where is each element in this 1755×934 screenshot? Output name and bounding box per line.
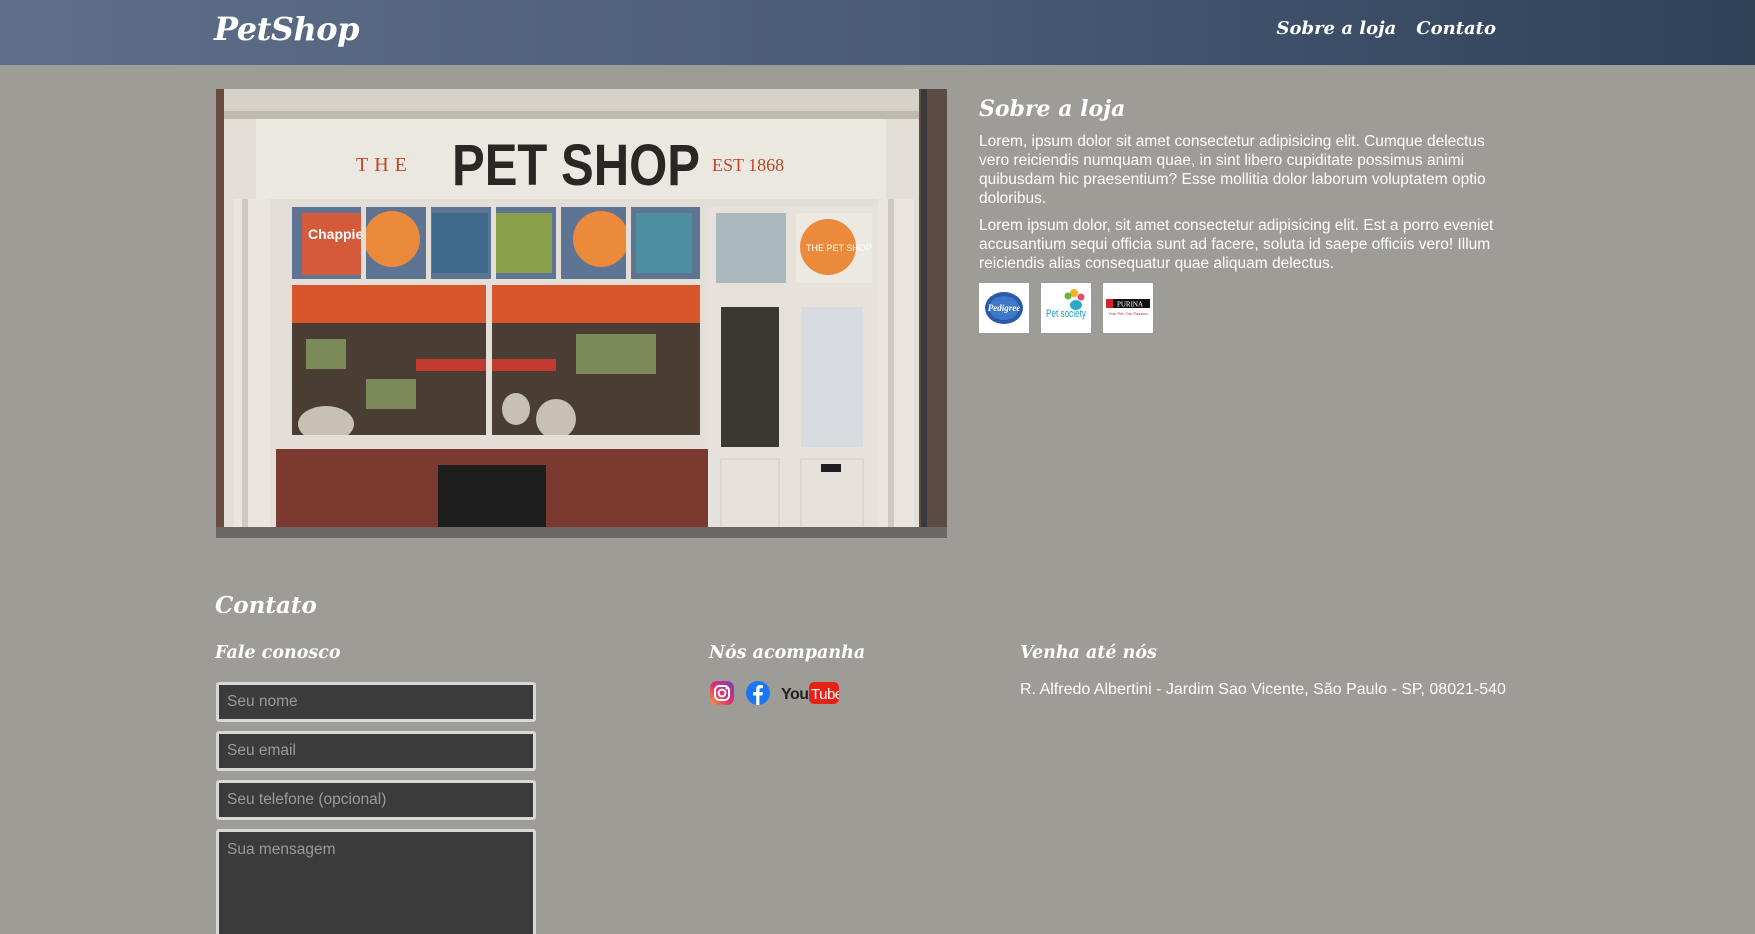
purina-logo: PURINA Your Pet, Our Passion xyxy=(1103,283,1153,333)
address-title: Venha até nós xyxy=(1020,643,1157,663)
pedigree-label: Pedigree xyxy=(988,303,1020,313)
name-input[interactable] xyxy=(216,682,536,722)
contact-title: Contato xyxy=(215,592,317,619)
store-address: R. Alfredo Albertini - Jardim Sao Vicent… xyxy=(1020,681,1506,698)
pet-society-label: Pet society xyxy=(1046,308,1086,320)
purina-tagline: Your Pet, Our Passion xyxy=(1108,311,1147,316)
top-navbar: PetShop Sobre a loja Contato xyxy=(0,0,1755,65)
pet-society-logo: Pet society xyxy=(1041,283,1091,333)
sign-est: EST 1868 xyxy=(712,155,784,175)
message-textarea[interactable] xyxy=(216,829,536,934)
decal-text: THE PET SHOP xyxy=(806,243,872,253)
form-title: Fale conosco xyxy=(215,643,341,663)
about-section: Sobre a loja Lorem, ipsum dolor sit amet… xyxy=(979,96,1499,333)
about-paragraph-1: Lorem, ipsum dolor sit amet consectetur … xyxy=(979,133,1486,207)
purina-label: PURINA xyxy=(1117,301,1143,309)
sign-the: THE xyxy=(356,154,413,176)
sign-main: PET SHOP xyxy=(452,133,700,198)
partner-brands: Pedigree Pet society PURINA Your Pet, Ou… xyxy=(979,283,1499,333)
storefront-photo: THE PET SHOP EST 1868 Chappie THE PET SH… xyxy=(216,89,947,538)
about-title: Sobre a loja xyxy=(979,96,1126,122)
social-title: Nós acompanha xyxy=(709,643,866,663)
window-brand: Chappie xyxy=(308,226,363,242)
nav-link-contato[interactable]: Contato xyxy=(1416,18,1496,39)
social-links: You Tube xyxy=(709,680,839,706)
about-paragraph-2: Lorem ipsum dolor, sit amet consectetur … xyxy=(979,217,1494,272)
phone-input[interactable] xyxy=(216,780,536,820)
youtube-tube-text: Tube xyxy=(811,686,839,703)
youtube-icon[interactable]: You Tube xyxy=(781,680,839,706)
nav-link-sobre[interactable]: Sobre a loja xyxy=(1277,18,1397,39)
facebook-icon[interactable] xyxy=(745,680,771,706)
pedigree-logo: Pedigree xyxy=(979,283,1029,333)
instagram-icon[interactable] xyxy=(709,680,735,706)
email-input[interactable] xyxy=(216,731,536,771)
youtube-you-text: You xyxy=(781,686,809,703)
main-nav: Sobre a loja Contato xyxy=(1277,18,1496,39)
site-logo[interactable]: PetShop xyxy=(214,10,359,48)
